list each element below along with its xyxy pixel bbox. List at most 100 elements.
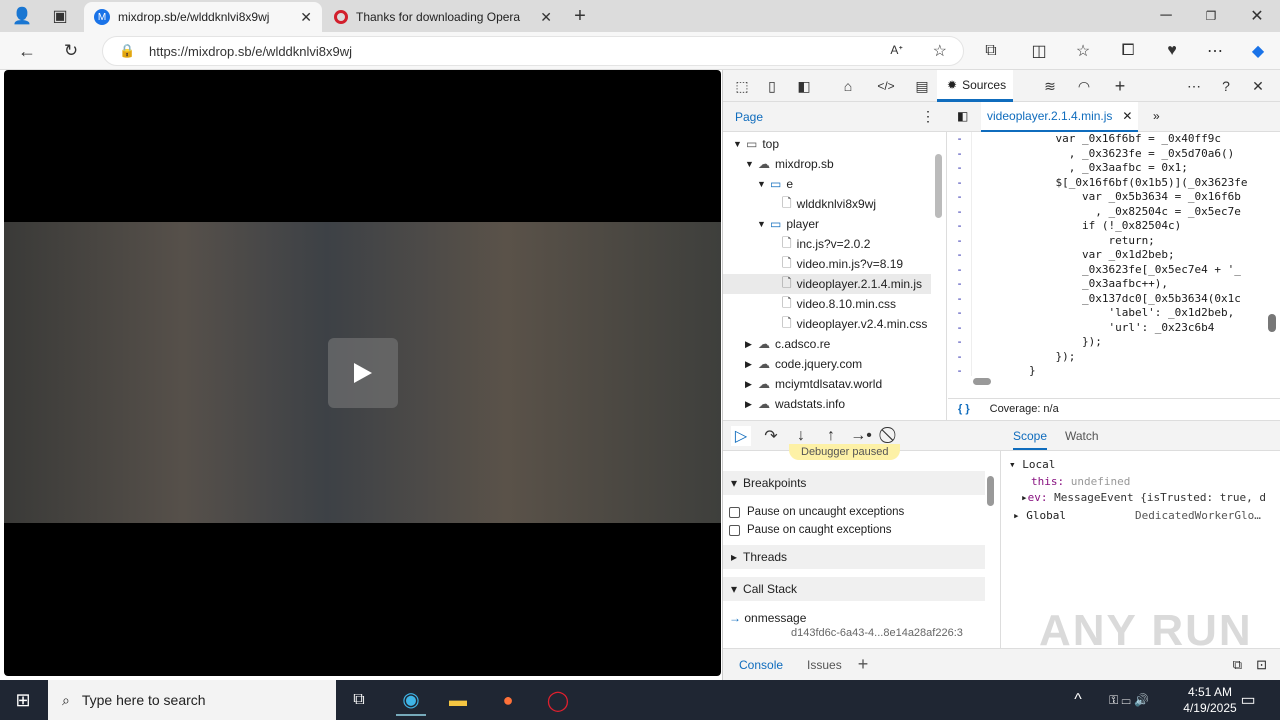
line-gutter[interactable]: -: [948, 248, 972, 263]
code-line[interactable]: - var _0x1d2beb;: [948, 248, 1264, 263]
tree-item[interactable]: 🗋 videoplayer.2.1.4.min.js: [723, 274, 931, 294]
tree-item[interactable]: ▶ ☁ mciymtdlsatav.world: [745, 374, 946, 394]
line-gutter[interactable]: -: [948, 262, 972, 277]
close-drawer-icon[interactable]: ⊡: [1256, 657, 1267, 673]
help-icon[interactable]: ?: [1215, 76, 1237, 96]
inspect-icon[interactable]: ⬚: [731, 76, 753, 96]
tree-item[interactable]: 🗋 video.min.js?v=8.19: [769, 254, 946, 274]
scope-ev[interactable]: ▸ev: MessageEvent {isTrusted: true, d: [1021, 491, 1266, 504]
back-icon[interactable]: ←: [16, 40, 38, 62]
code-line[interactable]: - var _0x16f6bf = _0x40ff9c: [948, 132, 1264, 147]
tab-page[interactable]: Page: [735, 110, 763, 124]
pause-caught-checkbox[interactable]: Pause on caught exceptions: [729, 524, 892, 536]
tab-actions-icon[interactable]: ▣: [50, 6, 70, 26]
line-gutter[interactable]: -: [948, 175, 972, 190]
line-gutter[interactable]: -: [948, 204, 972, 219]
elements-icon[interactable]: </>: [875, 76, 897, 96]
code-line[interactable]: - if (!_0x82504c): [948, 219, 1264, 234]
code-line[interactable]: - 'label': _0x1d2beb,: [948, 306, 1264, 321]
file-explorer-icon[interactable]: ▬: [446, 688, 470, 712]
section-call-stack[interactable]: ▾ Call Stack: [723, 577, 985, 601]
caret-down-icon[interactable]: ▼: [745, 159, 754, 169]
tab-scope[interactable]: Scope: [1013, 429, 1048, 450]
deactivate-breakpoints-icon[interactable]: ⃠: [881, 426, 901, 446]
tree-item[interactable]: ▶ ☁ c.adsco.re: [745, 334, 946, 354]
tray-icons[interactable]: ⚿ ▭ 🔊: [1094, 690, 1164, 710]
profile-icon[interactable]: 👤: [10, 4, 34, 28]
line-gutter[interactable]: -: [948, 146, 972, 161]
restore-icon[interactable]: ❐: [1199, 4, 1223, 28]
refresh-icon[interactable]: ↻: [60, 40, 82, 62]
edge-taskbar-icon[interactable]: ◉: [396, 684, 426, 716]
performance-icon[interactable]: ♥: [1161, 40, 1183, 62]
toggle-navigator-icon[interactable]: ◧: [957, 109, 968, 123]
dock-drawer-icon[interactable]: ⧉: [1233, 657, 1242, 673]
caret-down-icon[interactable]: ▼: [757, 179, 766, 189]
more-tabs-icon[interactable]: »: [1153, 109, 1160, 123]
tree-item[interactable]: 🗋 video.8.10.min.css: [769, 294, 946, 314]
caret-right-icon[interactable]: ▶: [745, 339, 753, 350]
tray-chevron-icon[interactable]: ^: [1070, 690, 1086, 710]
caret-down-icon[interactable]: ▼: [757, 219, 766, 229]
code-line[interactable]: - var _0x5b3634 = _0x16f6b: [948, 190, 1264, 205]
more-tools-icon[interactable]: +: [1109, 76, 1131, 96]
code-line[interactable]: - 'url': _0x23c6b4: [948, 320, 1264, 335]
address-input[interactable]: 🔒 https://mixdrop.sb/e/wlddknlvi8x9wj Aᐩ…: [102, 36, 964, 66]
code-line[interactable]: - , _0x82504c = _0x5ec7e: [948, 204, 1264, 219]
caret-right-icon[interactable]: ▶: [745, 399, 753, 410]
close-devtools-icon[interactable]: ✕: [1247, 76, 1269, 96]
read-aloud-icon[interactable]: Aᐩ: [890, 43, 903, 57]
task-view-icon[interactable]: ⧉: [348, 690, 370, 710]
call-frame[interactable]: → onmessage: [729, 611, 806, 625]
tree-item[interactable]: ▼ ☁ mixdrop.sb: [745, 154, 946, 174]
line-gutter[interactable]: -: [948, 364, 972, 376]
code-line[interactable]: - , _0x3aafbc = 0x1;: [948, 161, 1264, 176]
more-icon[interactable]: ⋯: [1204, 40, 1226, 62]
tree-item[interactable]: 🗋 wlddknlvi8x9wj: [769, 194, 946, 214]
console-icon[interactable]: ▤: [911, 76, 933, 96]
tab-sources[interactable]: ✹ Sources: [937, 70, 1013, 102]
tree-item[interactable]: ▶ ☁ wadstats.info: [745, 394, 946, 414]
line-gutter[interactable]: -: [948, 161, 972, 176]
add-drawer-tab-icon[interactable]: +: [858, 654, 869, 675]
customize-menu-icon[interactable]: ⋯: [1183, 76, 1205, 96]
step-over-icon[interactable]: ↷: [761, 426, 781, 446]
line-gutter[interactable]: -: [948, 190, 972, 205]
pause-uncaught-checkbox[interactable]: Pause on uncaught exceptions: [729, 506, 904, 518]
file-tab[interactable]: videoplayer.2.1.4.min.js ✕: [981, 102, 1139, 132]
code-line[interactable]: - return;: [948, 233, 1264, 248]
step-out-icon[interactable]: ↑: [821, 426, 841, 446]
code-line[interactable]: - $[_0x16f6bf(0x1b5)](_0x3623fe: [948, 175, 1264, 190]
step-icon[interactable]: →•: [850, 426, 872, 446]
resume-icon[interactable]: ▷: [731, 426, 751, 446]
line-gutter[interactable]: -: [948, 306, 972, 321]
close-window-icon[interactable]: ✕: [1245, 4, 1269, 28]
tab-opera[interactable]: Thanks for downloading Opera ✕: [324, 2, 562, 32]
code-line[interactable]: - _0x3623fe[_0x5ec7e4 + '_: [948, 262, 1264, 277]
tab-mixdrop[interactable]: M mixdrop.sb/e/wlddknlvi8x9wj ✕: [84, 2, 322, 32]
code-horizontal-scrollbar[interactable]: [963, 378, 1263, 386]
line-gutter[interactable]: -: [948, 320, 972, 335]
tab-issues[interactable]: Issues: [807, 658, 842, 672]
line-gutter[interactable]: -: [948, 335, 972, 350]
play-button[interactable]: [328, 338, 398, 408]
favorites-icon[interactable]: ☆: [1072, 40, 1094, 62]
code-line[interactable]: - }: [948, 364, 1264, 376]
code-line[interactable]: - _0x3aafbc++),: [948, 277, 1264, 292]
notifications-icon[interactable]: ▭: [1238, 690, 1258, 710]
performance-gauge-icon[interactable]: ◠: [1073, 76, 1095, 96]
tab-watch[interactable]: Watch: [1065, 429, 1099, 443]
close-tab-icon[interactable]: ✕: [300, 9, 312, 26]
code-editor[interactable]: - var _0x16f6bf = _0x40ff9c - , _0x3623fe…: [948, 132, 1264, 376]
line-gutter[interactable]: -: [948, 132, 972, 147]
device-emulation-icon[interactable]: ▯: [761, 76, 783, 96]
caret-right-icon[interactable]: ▶: [745, 359, 753, 370]
split-screen-icon[interactable]: ◫: [1028, 40, 1050, 62]
taskbar-search[interactable]: ⌕ Type here to search: [48, 680, 336, 720]
navigator-menu-icon[interactable]: ⋮: [921, 108, 935, 125]
tree-item[interactable]: ▼ ▭ top: [733, 134, 941, 154]
collections-icon[interactable]: ⧠: [1117, 40, 1139, 62]
tree-item[interactable]: 🗋 videoplayer.v2.4.min.css: [769, 314, 946, 334]
windows-start-icon[interactable]: ⊞: [12, 690, 34, 710]
firefox-icon[interactable]: ●: [496, 688, 520, 712]
